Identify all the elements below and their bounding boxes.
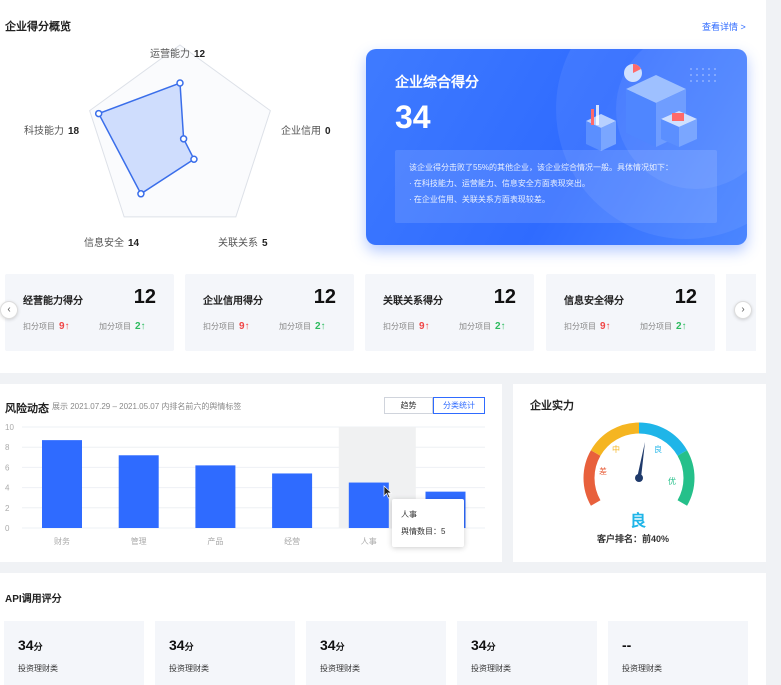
chart-labels: 财务 管理 产品 经营 人事 bbox=[54, 536, 377, 546]
api-score-card[interactable]: 34分 投资理财类 bbox=[4, 621, 144, 685]
strength-title: 企业实力 bbox=[530, 400, 574, 412]
composite-score-value: 34 bbox=[395, 99, 431, 135]
y-tick-label: 10 bbox=[5, 423, 14, 432]
api-title: API调用评分 bbox=[5, 594, 62, 605]
metric-title: 信息安全得分 bbox=[564, 296, 624, 307]
score-description: 该企业得分击败了55%的其他企业，该企业综合情况一般。具体情况如下： · 在科技… bbox=[395, 150, 717, 223]
y-tick-label: 8 bbox=[5, 443, 10, 452]
x-tick-label: 财务 bbox=[54, 536, 70, 546]
radar-label-relations: 关联关系 5 bbox=[218, 238, 268, 249]
gauge-label-medium: 中 bbox=[612, 445, 620, 454]
api-score-label: 投资理财类 bbox=[471, 664, 511, 673]
carousel-next-button[interactable]: › bbox=[734, 301, 752, 319]
metric-minus: 扣分项目 9↑ bbox=[564, 321, 611, 332]
radar-point bbox=[137, 190, 145, 198]
api-score-value: -- bbox=[622, 637, 632, 653]
api-score-panel: API调用评分 34分 投资理财类 34分 投资理财类 34分 投资理财类 34… bbox=[0, 573, 766, 685]
api-score-card[interactable]: -- 投资理财类 bbox=[608, 621, 748, 685]
api-score-label: 投资理财类 bbox=[320, 664, 360, 673]
api-score-value: 34分 bbox=[18, 637, 43, 653]
radar-label-security: 信息安全 14 bbox=[84, 238, 140, 249]
x-tick-label: 管理 bbox=[131, 536, 147, 546]
api-score-card[interactable]: 34分 投资理财类 bbox=[155, 621, 295, 685]
metric-minus: 扣分项目 9↑ bbox=[23, 321, 70, 332]
x-tick-label: 产品 bbox=[207, 536, 223, 546]
gauge-label-poor: 差 bbox=[599, 467, 607, 476]
score-overview-panel: 企业得分概览 查看详情 > 运营能力 12 企业信用 0 关联关系 5 信息安全 14 … bbox=[0, 0, 766, 373]
radar-point bbox=[190, 155, 198, 163]
metric-card-relations[interactable]: 关联关系得分 12 扣分项目 9↑ 加分项目 2↑ bbox=[365, 274, 534, 351]
score-description-line: · 在科技能力、运营能力、信息安全方面表现突出。 bbox=[409, 179, 590, 188]
building-illustration-icon bbox=[586, 64, 716, 151]
carousel-prev-button[interactable]: ‹ bbox=[0, 301, 18, 319]
metric-minus: 扣分项目 9↑ bbox=[383, 321, 430, 332]
composite-score-card: 企业综合得分 34 该企业得分击败了55%的其他企业，该企业综合情况一般。具体情… bbox=[366, 49, 747, 245]
metric-minus: 扣分项目 9↑ bbox=[203, 321, 250, 332]
metric-plus: 加分项目 2↑ bbox=[279, 321, 326, 332]
metric-plus: 加分项目 2↑ bbox=[99, 321, 146, 332]
y-tick-label: 0 bbox=[5, 524, 10, 533]
bar bbox=[42, 440, 82, 528]
metric-card-operations[interactable]: 经营能力得分 12 扣分项目 9↑ 加分项目 2↑ bbox=[5, 274, 174, 351]
radar-point bbox=[94, 109, 103, 118]
gauge-segment bbox=[583, 450, 601, 506]
api-score-card[interactable]: 34分 投资理财类 bbox=[457, 621, 597, 685]
chart-tooltip: 人事 舆情数目：5 bbox=[392, 499, 464, 547]
view-details-link[interactable]: 查看详情 > bbox=[702, 20, 746, 33]
x-tick-label: 经营 bbox=[284, 536, 300, 546]
tooltip-value: 舆情数目：5 bbox=[401, 527, 446, 536]
gauge-label-good: 良 bbox=[654, 445, 662, 454]
composite-score-title: 企业综合得分 bbox=[395, 74, 479, 90]
bar bbox=[118, 455, 159, 528]
strength-grade: 良 bbox=[630, 513, 647, 530]
metric-card-security[interactable]: 信息安全得分 12 扣分项目 9↑ 加分项目 2↑ bbox=[546, 274, 715, 351]
gauge-needle bbox=[637, 442, 645, 478]
bar bbox=[272, 473, 313, 528]
gauge-segment bbox=[677, 450, 695, 506]
radar-label-credit: 企业信用 0 bbox=[281, 126, 331, 137]
score-description-line: 该企业得分击败了55%的其他企业，该企业综合情况一般。具体情况如下： bbox=[409, 163, 674, 172]
api-score-value: 34分 bbox=[320, 637, 345, 653]
x-tick-label: 人事 bbox=[361, 536, 377, 546]
api-score-label: 投资理财类 bbox=[18, 664, 58, 673]
metric-plus: 加分项目 2↑ bbox=[640, 321, 687, 332]
strength-gauge bbox=[583, 422, 695, 506]
metric-title: 企业信用得分 bbox=[203, 296, 263, 307]
api-score-label: 投资理财类 bbox=[622, 664, 662, 673]
api-score-label: 投资理财类 bbox=[169, 664, 209, 673]
metric-score: 12 bbox=[133, 286, 156, 308]
radar-label-operations: 运营能力 12 bbox=[150, 49, 206, 60]
gauge-label-excellent: 优 bbox=[668, 477, 676, 486]
score-description-line: · 在企业信用、关联关系方面表现较差。 bbox=[409, 195, 550, 204]
metric-plus: 加分项目 2↑ bbox=[459, 321, 506, 332]
tooltip-title: 人事 bbox=[401, 510, 417, 519]
y-tick-label: 6 bbox=[5, 463, 10, 472]
enterprise-strength-panel: 企业实力 差 中 良 优 良 客户排名：前40% bbox=[513, 384, 766, 562]
metric-title: 关联关系得分 bbox=[383, 296, 443, 307]
metric-score: 12 bbox=[493, 286, 516, 308]
mouse-cursor-icon bbox=[383, 485, 393, 499]
metric-score: 12 bbox=[674, 286, 697, 308]
y-tick-label: 4 bbox=[5, 484, 10, 493]
api-score-value: 34分 bbox=[169, 637, 194, 653]
metric-score: 12 bbox=[313, 286, 336, 308]
radar-point bbox=[179, 135, 188, 143]
api-score-value: 34分 bbox=[471, 637, 496, 653]
customer-rank: 客户排名：前40% bbox=[597, 534, 670, 544]
metric-card-credit[interactable]: 企业信用得分 12 扣分项目 9↑ 加分项目 2↑ bbox=[185, 274, 354, 351]
bar bbox=[195, 465, 236, 528]
metric-title: 经营能力得分 bbox=[23, 296, 83, 307]
api-score-card[interactable]: 34分 投资理财类 bbox=[306, 621, 446, 685]
radar-label-technology: 科技能力 18 bbox=[24, 126, 80, 137]
y-tick-label: 2 bbox=[5, 504, 10, 513]
radar-point bbox=[176, 79, 184, 87]
